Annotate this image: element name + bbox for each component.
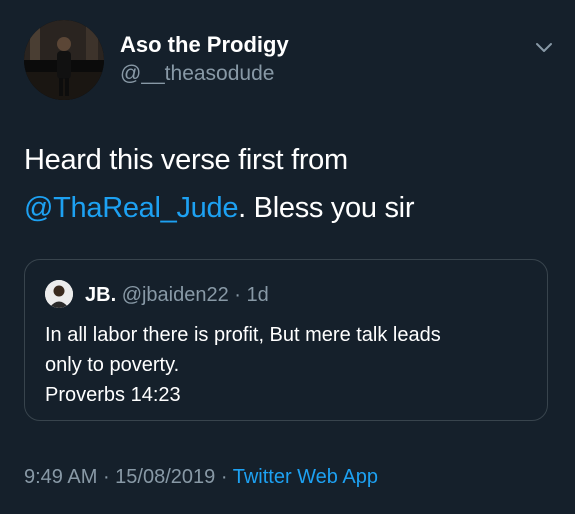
author-handle[interactable]: @__theasodude <box>120 61 274 87</box>
tweet-text: Heard this verse first from @ThaReal_Jud… <box>24 136 544 232</box>
separator-dot: · <box>228 284 247 306</box>
author-display-name[interactable]: Aso the Prodigy <box>120 32 289 58</box>
separator-dot: · <box>97 466 116 488</box>
tweet-source-link[interactable]: Twitter Web App <box>233 466 378 488</box>
author-avatar[interactable] <box>24 20 104 100</box>
quoted-tweet-age: 1d <box>246 284 269 306</box>
tweet-text-line: Heard this verse first from <box>24 144 348 176</box>
quoted-author-handle[interactable]: @jbaiden22 <box>122 284 229 306</box>
quoted-tweet-card[interactable]: JB. @jbaiden22 · 1d In all labor there i… <box>24 259 548 421</box>
tweet-text-line: @ThaReal_Jude. Bless you sir <box>24 184 544 232</box>
tweet-time[interactable]: 9:49 AM <box>24 466 97 488</box>
mention-link[interactable]: @ThaReal_Jude <box>24 192 238 224</box>
quoted-author-name[interactable]: JB. <box>85 284 116 306</box>
quoted-tweet-line: only to poverty. <box>45 354 180 376</box>
separator-dot: · <box>215 466 233 488</box>
quoted-tweet-header: JB. @jbaiden22 · 1d <box>85 282 269 308</box>
quoted-tweet-line: In all labor there is profit, But mere t… <box>45 324 441 346</box>
quoted-author-avatar[interactable] <box>45 280 73 308</box>
chevron-down-icon[interactable] <box>533 36 555 58</box>
tweet-footer: 9:49 AM · 15/08/2019 · Twitter Web App <box>24 464 378 490</box>
quoted-tweet-line: Proverbs 14:23 <box>45 384 181 406</box>
quoted-tweet-text: In all labor there is profit, But mere t… <box>45 320 535 410</box>
tweet-date[interactable]: 15/08/2019 <box>115 466 215 488</box>
tweet-text-rest: . Bless you sir <box>238 192 415 224</box>
